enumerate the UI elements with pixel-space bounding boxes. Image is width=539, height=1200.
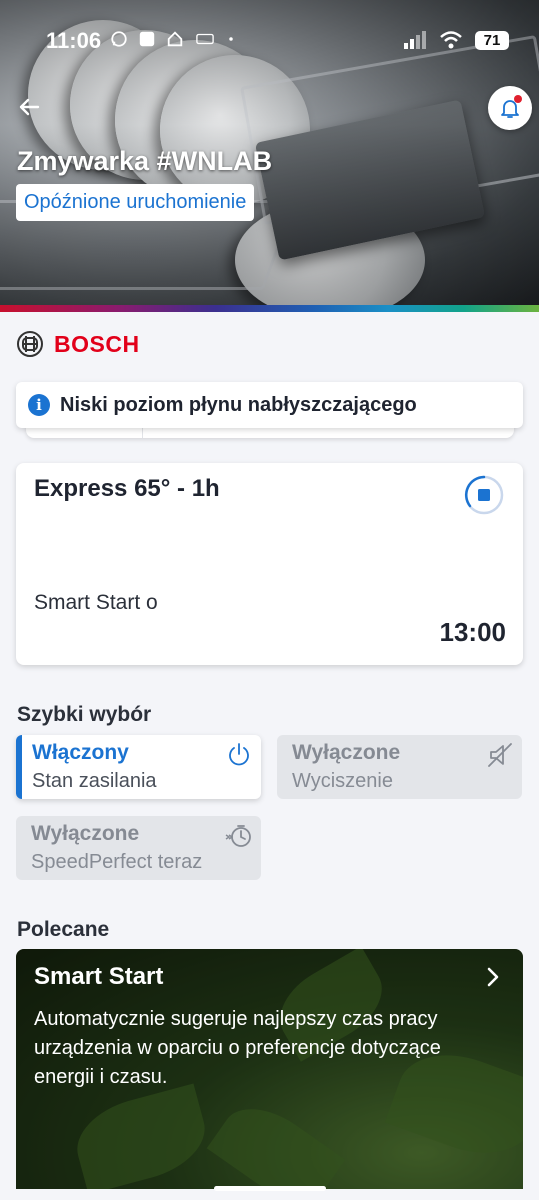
power-icon: [229, 743, 249, 766]
recommended-title: Polecane: [17, 918, 110, 941]
recommended-card[interactable]: Smart Start Automatycznie sugeruje najle…: [16, 949, 523, 1189]
dot-icon: [229, 37, 233, 41]
status-bar: 11:06 71: [0, 22, 539, 58]
page-title: Zmywarka #WNLAB: [17, 146, 273, 176]
app-square-icon: [139, 31, 155, 47]
tile-label: Wyciszenie: [292, 770, 393, 792]
notifications-button[interactable]: [488, 86, 532, 130]
badge-icon: [196, 33, 214, 45]
quick-select-title: Szybki wybór: [17, 703, 152, 726]
recommended-card-title: Smart Start: [34, 963, 164, 990]
program-card[interactable]: Express 65° - 1h Smart Start o 13:00: [16, 463, 523, 665]
system-icons: 71: [403, 30, 509, 50]
home-icon: [167, 31, 183, 47]
program-subtitle: Smart Start o: [34, 591, 158, 614]
mute-icon: [488, 743, 512, 767]
status-chip: Opóźnione uruchomienie: [16, 184, 255, 221]
tile-mute[interactable]: Wyłączone Wyciszenie: [277, 735, 522, 799]
speed-timer-icon: [225, 825, 251, 847]
info-icon: i: [28, 394, 50, 416]
brand-name: BOSCH: [54, 330, 140, 357]
tile-state: Wyłączone: [31, 822, 140, 845]
brand-color-bar: [0, 305, 539, 312]
back-arrow-icon[interactable]: [14, 92, 44, 122]
tile-label: SpeedPerfect teraz: [31, 851, 203, 873]
chevron-right-icon[interactable]: [483, 965, 503, 989]
tile-state: Włączony: [32, 741, 129, 764]
status-time: 11:06: [46, 28, 102, 53]
home-indicator[interactable]: [214, 1186, 326, 1191]
tile-label: Stan zasilania: [32, 770, 157, 792]
recommended-card-description: Automatycznie sugeruje najlepszy czas pr…: [34, 1008, 441, 1088]
tile-power[interactable]: Włączony Stan zasilania: [16, 735, 261, 799]
stop-button[interactable]: [462, 473, 506, 517]
brand-logo: BOSCH: [16, 330, 140, 358]
notification-dot: [514, 95, 522, 103]
notification-text: Niski poziom płynu nabłyszczającego: [60, 393, 417, 416]
wifi-icon: [440, 31, 462, 49]
whatsapp-icon: [111, 31, 127, 47]
program-start-time: 13:00: [439, 617, 507, 647]
battery-indicator: 71: [475, 30, 509, 50]
signal-icon: [404, 31, 426, 49]
bosch-logo-icon: [17, 331, 43, 357]
notification-icons: [110, 30, 236, 48]
program-name: Express 65° - 1h: [34, 475, 220, 502]
tile-speedperfect[interactable]: Wyłączone SpeedPerfect teraz: [16, 816, 261, 880]
notification-card[interactable]: i Niski poziom płynu nabłyszczającego: [16, 382, 523, 428]
tile-state: Wyłączone: [292, 741, 401, 764]
